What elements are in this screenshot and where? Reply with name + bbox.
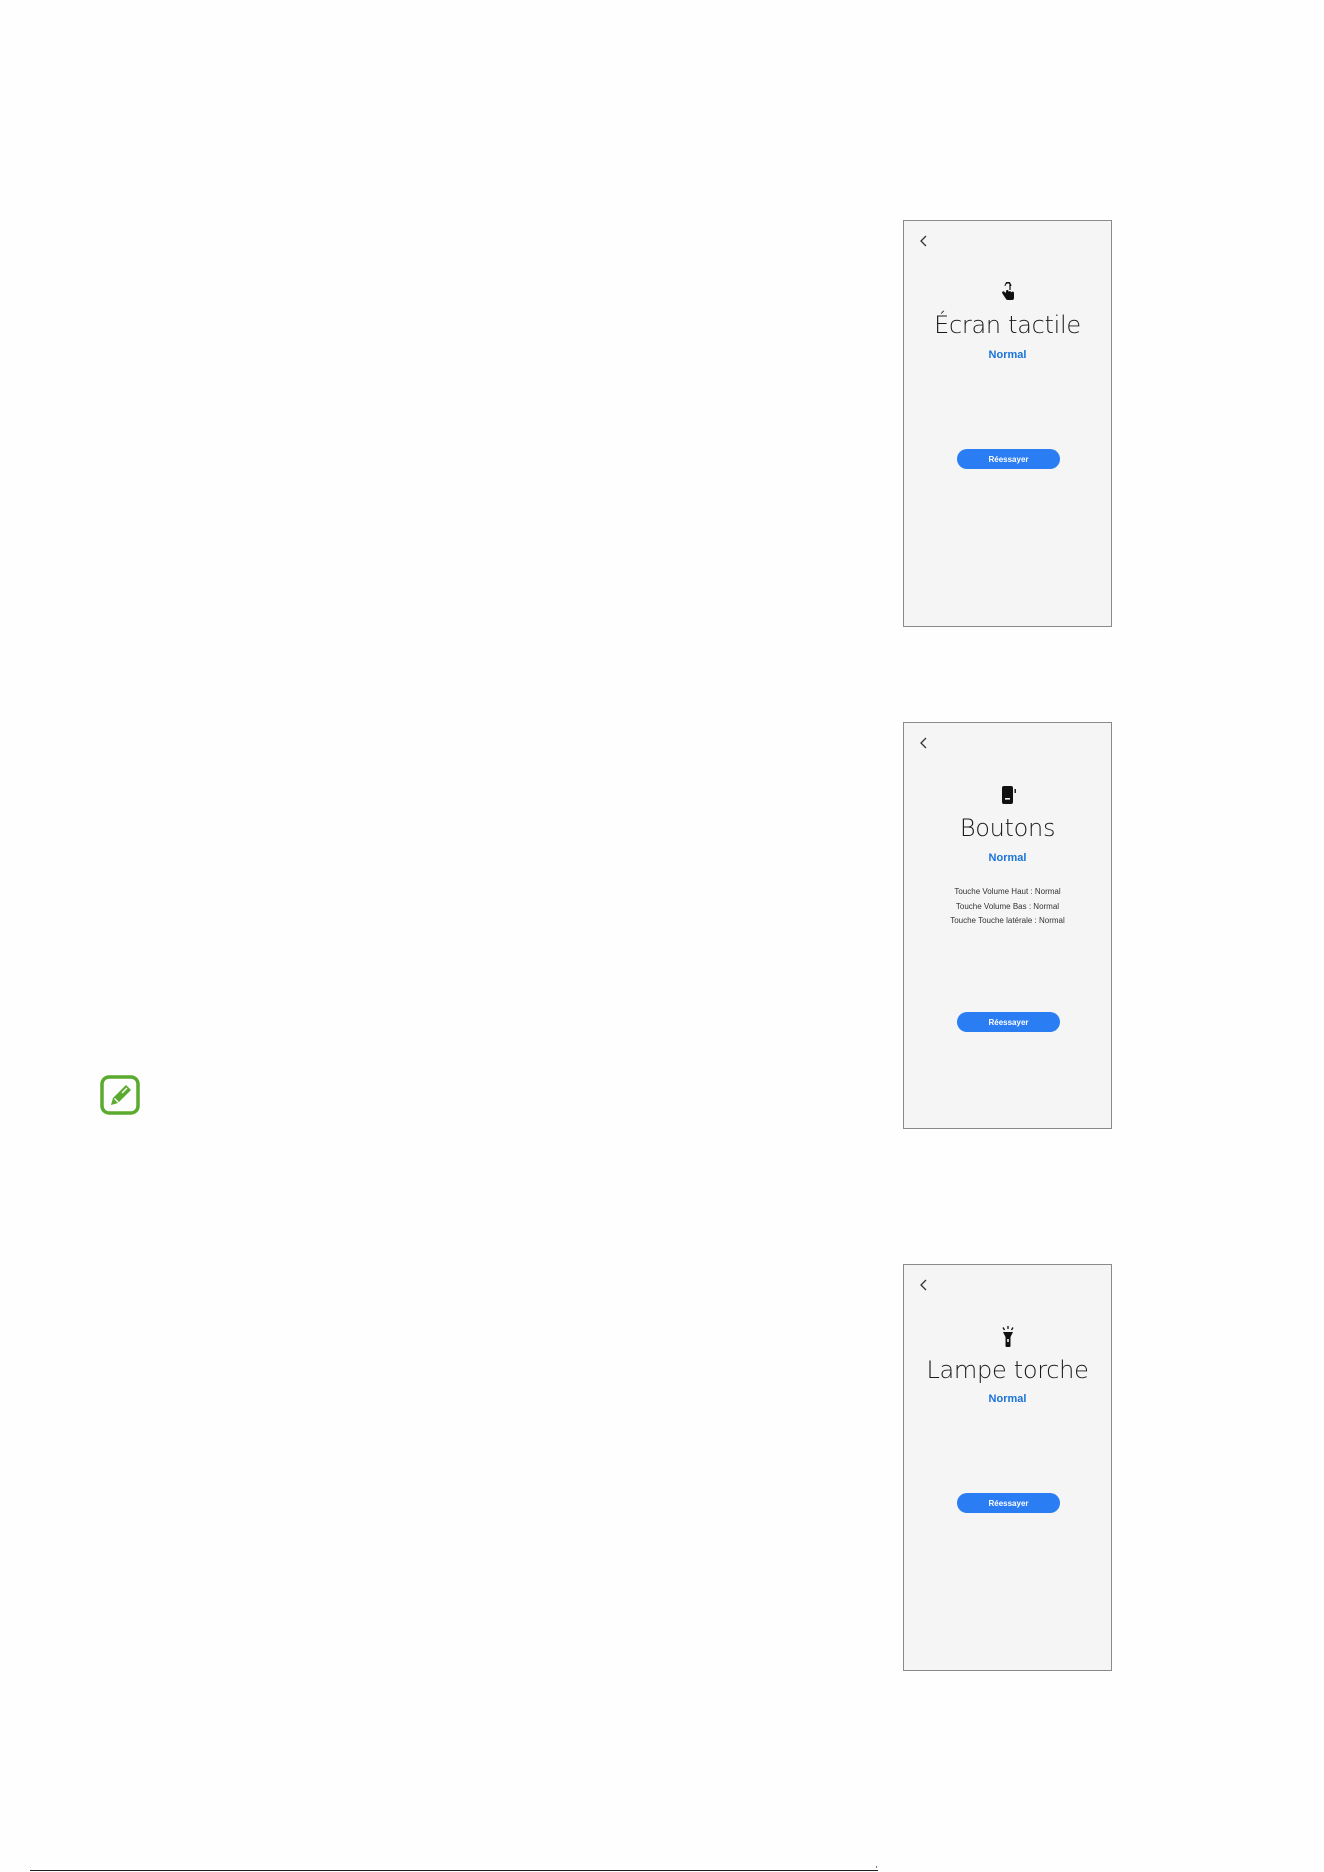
flashlight-icon xyxy=(904,1326,1111,1353)
touch-hand-icon xyxy=(904,282,1111,307)
side-key-result: Touche Touche latérale : Normal xyxy=(950,916,1065,925)
note-pencil-icon xyxy=(100,1075,140,1115)
footer-mark xyxy=(876,1866,877,1868)
screen-title: Lampe torche xyxy=(926,1356,1089,1384)
volume-down-result: Touche Volume Bas : Normal xyxy=(955,901,1060,911)
retry-button[interactable]: Réessayer xyxy=(957,1012,1060,1032)
status-label: Normal xyxy=(988,349,1027,361)
footer-rule xyxy=(30,1870,878,1871)
back-chevron-icon[interactable] xyxy=(919,1279,933,1293)
phone-side-button-icon xyxy=(904,785,1111,810)
back-chevron-icon[interactable] xyxy=(919,737,933,751)
back-chevron-icon[interactable] xyxy=(919,235,933,249)
button-results-list: Touche Volume Haut : Normal Touche Volum… xyxy=(904,885,1111,929)
volume-up-result: Touche Volume Haut : Normal xyxy=(954,887,1061,896)
flashlight-test-screen: Lampe torche Normal Réessayer xyxy=(903,1264,1112,1671)
screen-title: Écran tactile xyxy=(934,311,1081,339)
touchscreen-test-screen: Écran tactile Normal Réessayer xyxy=(903,220,1112,627)
retry-button[interactable]: Réessayer xyxy=(957,449,1060,469)
buttons-test-screen: Boutons Normal Touche Volume Haut : Norm… xyxy=(903,722,1112,1129)
retry-button[interactable]: Réessayer xyxy=(957,1493,1060,1513)
status-label: Normal xyxy=(988,852,1027,864)
screen-title: Boutons xyxy=(959,814,1056,842)
status-label: Normal xyxy=(988,1393,1027,1405)
